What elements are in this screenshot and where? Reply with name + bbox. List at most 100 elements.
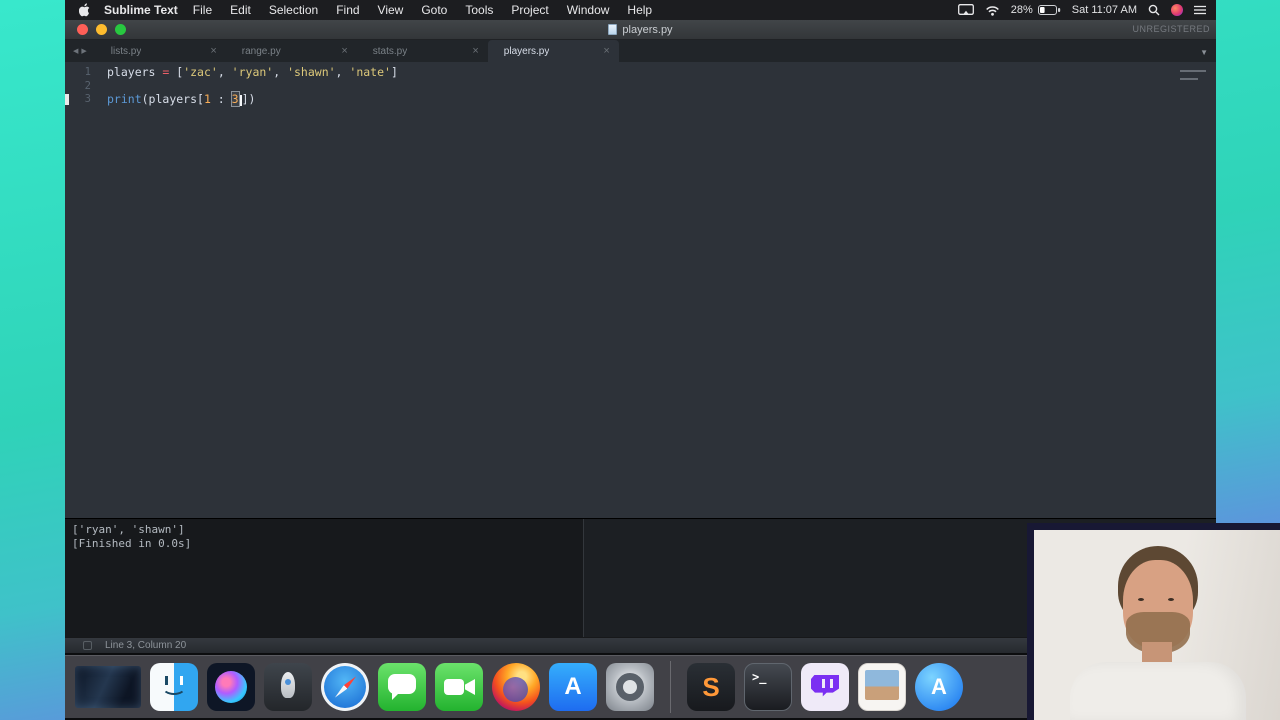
icon-part: [616, 673, 644, 701]
battery-percentage: 28%: [1010, 4, 1033, 16]
app-menu-title[interactable]: Sublime Text: [104, 3, 178, 17]
status-icon: [83, 641, 92, 650]
icon-part: [465, 679, 475, 695]
code-line: 2: [65, 80, 1216, 94]
safari-icon[interactable]: [321, 663, 369, 711]
menu-bar: Sublime Text File Edit Selection Find View Go…: [65, 0, 1216, 20]
firefox-icon[interactable]: [492, 663, 540, 711]
finder-icon[interactable]: [150, 663, 198, 711]
menu-item-edit[interactable]: Edit: [221, 3, 260, 17]
document-icon: [608, 23, 618, 35]
sublime-text-icon[interactable]: S: [687, 663, 735, 711]
system-preferences-icon[interactable]: [606, 663, 654, 711]
apple-logo-icon: [79, 3, 90, 17]
code-token: print: [107, 92, 142, 106]
unregistered-label: UNREGISTERED: [1132, 24, 1210, 34]
menu-item-project[interactable]: Project: [502, 3, 557, 17]
minimized-window-thumbnail[interactable]: [75, 666, 141, 708]
code-editor[interactable]: 1 players = ['zac', 'ryan', 'shawn', 'nat…: [65, 62, 1216, 518]
icon-glyph: S: [702, 671, 720, 702]
menu-item-tools[interactable]: Tools: [456, 3, 502, 17]
code-token: :: [210, 92, 232, 106]
close-window-button[interactable]: [77, 24, 88, 35]
tab-bar: ◀▶ lists.py × range.py × stats.py × players.py…: [65, 40, 1216, 62]
minimize-window-button[interactable]: [96, 24, 107, 35]
tab-label: range.py: [241, 45, 281, 57]
icon-part: [285, 679, 291, 685]
icon-part: [281, 672, 295, 698]
tab-label: players.py: [503, 45, 550, 57]
icon-part: [503, 677, 528, 702]
menu-item-view[interactable]: View: [369, 3, 413, 17]
app-download-icon[interactable]: A: [915, 663, 963, 711]
code-token: ,: [273, 65, 288, 79]
tab-stats.py[interactable]: stats.py ×: [357, 40, 488, 62]
close-icon[interactable]: ×: [341, 46, 347, 57]
apple-menu[interactable]: [75, 3, 95, 17]
menu-item-window[interactable]: Window: [558, 3, 619, 17]
dock-separator: [670, 661, 671, 713]
code-token: 'shawn': [287, 65, 336, 79]
menu-item-file[interactable]: File: [184, 3, 221, 17]
icon-part: [822, 679, 825, 688]
zoom-window-button[interactable]: [115, 24, 126, 35]
menu-item-help[interactable]: Help: [618, 3, 661, 17]
spotlight-search-icon[interactable]: [1148, 4, 1160, 16]
webcam-overlay: [1027, 523, 1280, 720]
terminal-icon[interactable]: >_: [744, 663, 792, 711]
battery-icon[interactable]: [1037, 5, 1061, 15]
launchpad-icon[interactable]: [264, 663, 312, 711]
cursor-position-label: Line 3, Column 20: [105, 640, 187, 651]
code-line: 3 print(players[1 : 3]): [65, 91, 1216, 107]
tab-label: lists.py: [110, 45, 142, 57]
tab-players.py[interactable]: players.py ×: [487, 40, 619, 62]
twitch-icon[interactable]: [801, 663, 849, 711]
tab-forward-icon[interactable]: ▶: [81, 48, 89, 55]
window-title: players.py: [65, 23, 1216, 36]
person-shirt: [1070, 662, 1246, 720]
code-token: 'zac': [183, 65, 218, 79]
code-token: 'ryan': [231, 65, 274, 79]
line-number: 1: [84, 66, 91, 78]
person-eye: [1168, 598, 1174, 601]
code-token: ]): [241, 92, 256, 106]
tab-range.py[interactable]: range.py ×: [226, 40, 357, 62]
code-token: 1: [203, 92, 211, 106]
close-icon[interactable]: ×: [603, 46, 609, 57]
photo-file-icon[interactable]: [858, 663, 906, 711]
menu-bar-clock[interactable]: Sat 11:07 AM: [1072, 4, 1137, 16]
tab-overflow-icon[interactable]: ▼: [1200, 48, 1208, 57]
facetime-icon[interactable]: [435, 663, 483, 711]
tab-label: stats.py: [372, 45, 408, 57]
screen-mirroring-icon[interactable]: [957, 4, 974, 16]
code-text: print(players[1 : 3]): [91, 91, 256, 107]
code-token: ,: [217, 65, 232, 79]
line-number: 3: [84, 93, 91, 105]
close-icon[interactable]: ×: [210, 46, 216, 57]
menu-item-selection[interactable]: Selection: [260, 3, 327, 17]
code-token: players: [107, 65, 163, 79]
code-token: ]: [390, 65, 398, 79]
icon-part: [865, 670, 899, 700]
siri-icon[interactable]: [1171, 4, 1183, 16]
siri-icon[interactable]: [207, 663, 255, 711]
menu-item-goto[interactable]: Goto: [412, 3, 456, 17]
tab-lists.py[interactable]: lists.py ×: [95, 40, 226, 62]
minimap[interactable]: [1176, 68, 1212, 82]
app-store-icon[interactable]: A: [549, 663, 597, 711]
window-title-bar: players.py UNREGISTERED: [65, 20, 1216, 40]
menu-item-find[interactable]: Find: [327, 3, 368, 17]
messages-icon[interactable]: [378, 663, 426, 711]
line-number: 2: [84, 79, 91, 92]
wifi-icon[interactable]: [985, 5, 1000, 16]
code-token: 'nate': [349, 65, 391, 79]
icon-part: [215, 671, 247, 703]
close-icon[interactable]: ×: [472, 46, 478, 57]
icon-glyph: A: [564, 673, 582, 700]
icon-part: [162, 679, 186, 695]
notification-center-icon[interactable]: [1194, 5, 1206, 15]
code-token: 3: [230, 91, 240, 107]
code-line: 1 players = ['zac', 'ryan', 'shawn', 'nat…: [65, 65, 1216, 80]
code-token: (players[: [141, 92, 204, 106]
